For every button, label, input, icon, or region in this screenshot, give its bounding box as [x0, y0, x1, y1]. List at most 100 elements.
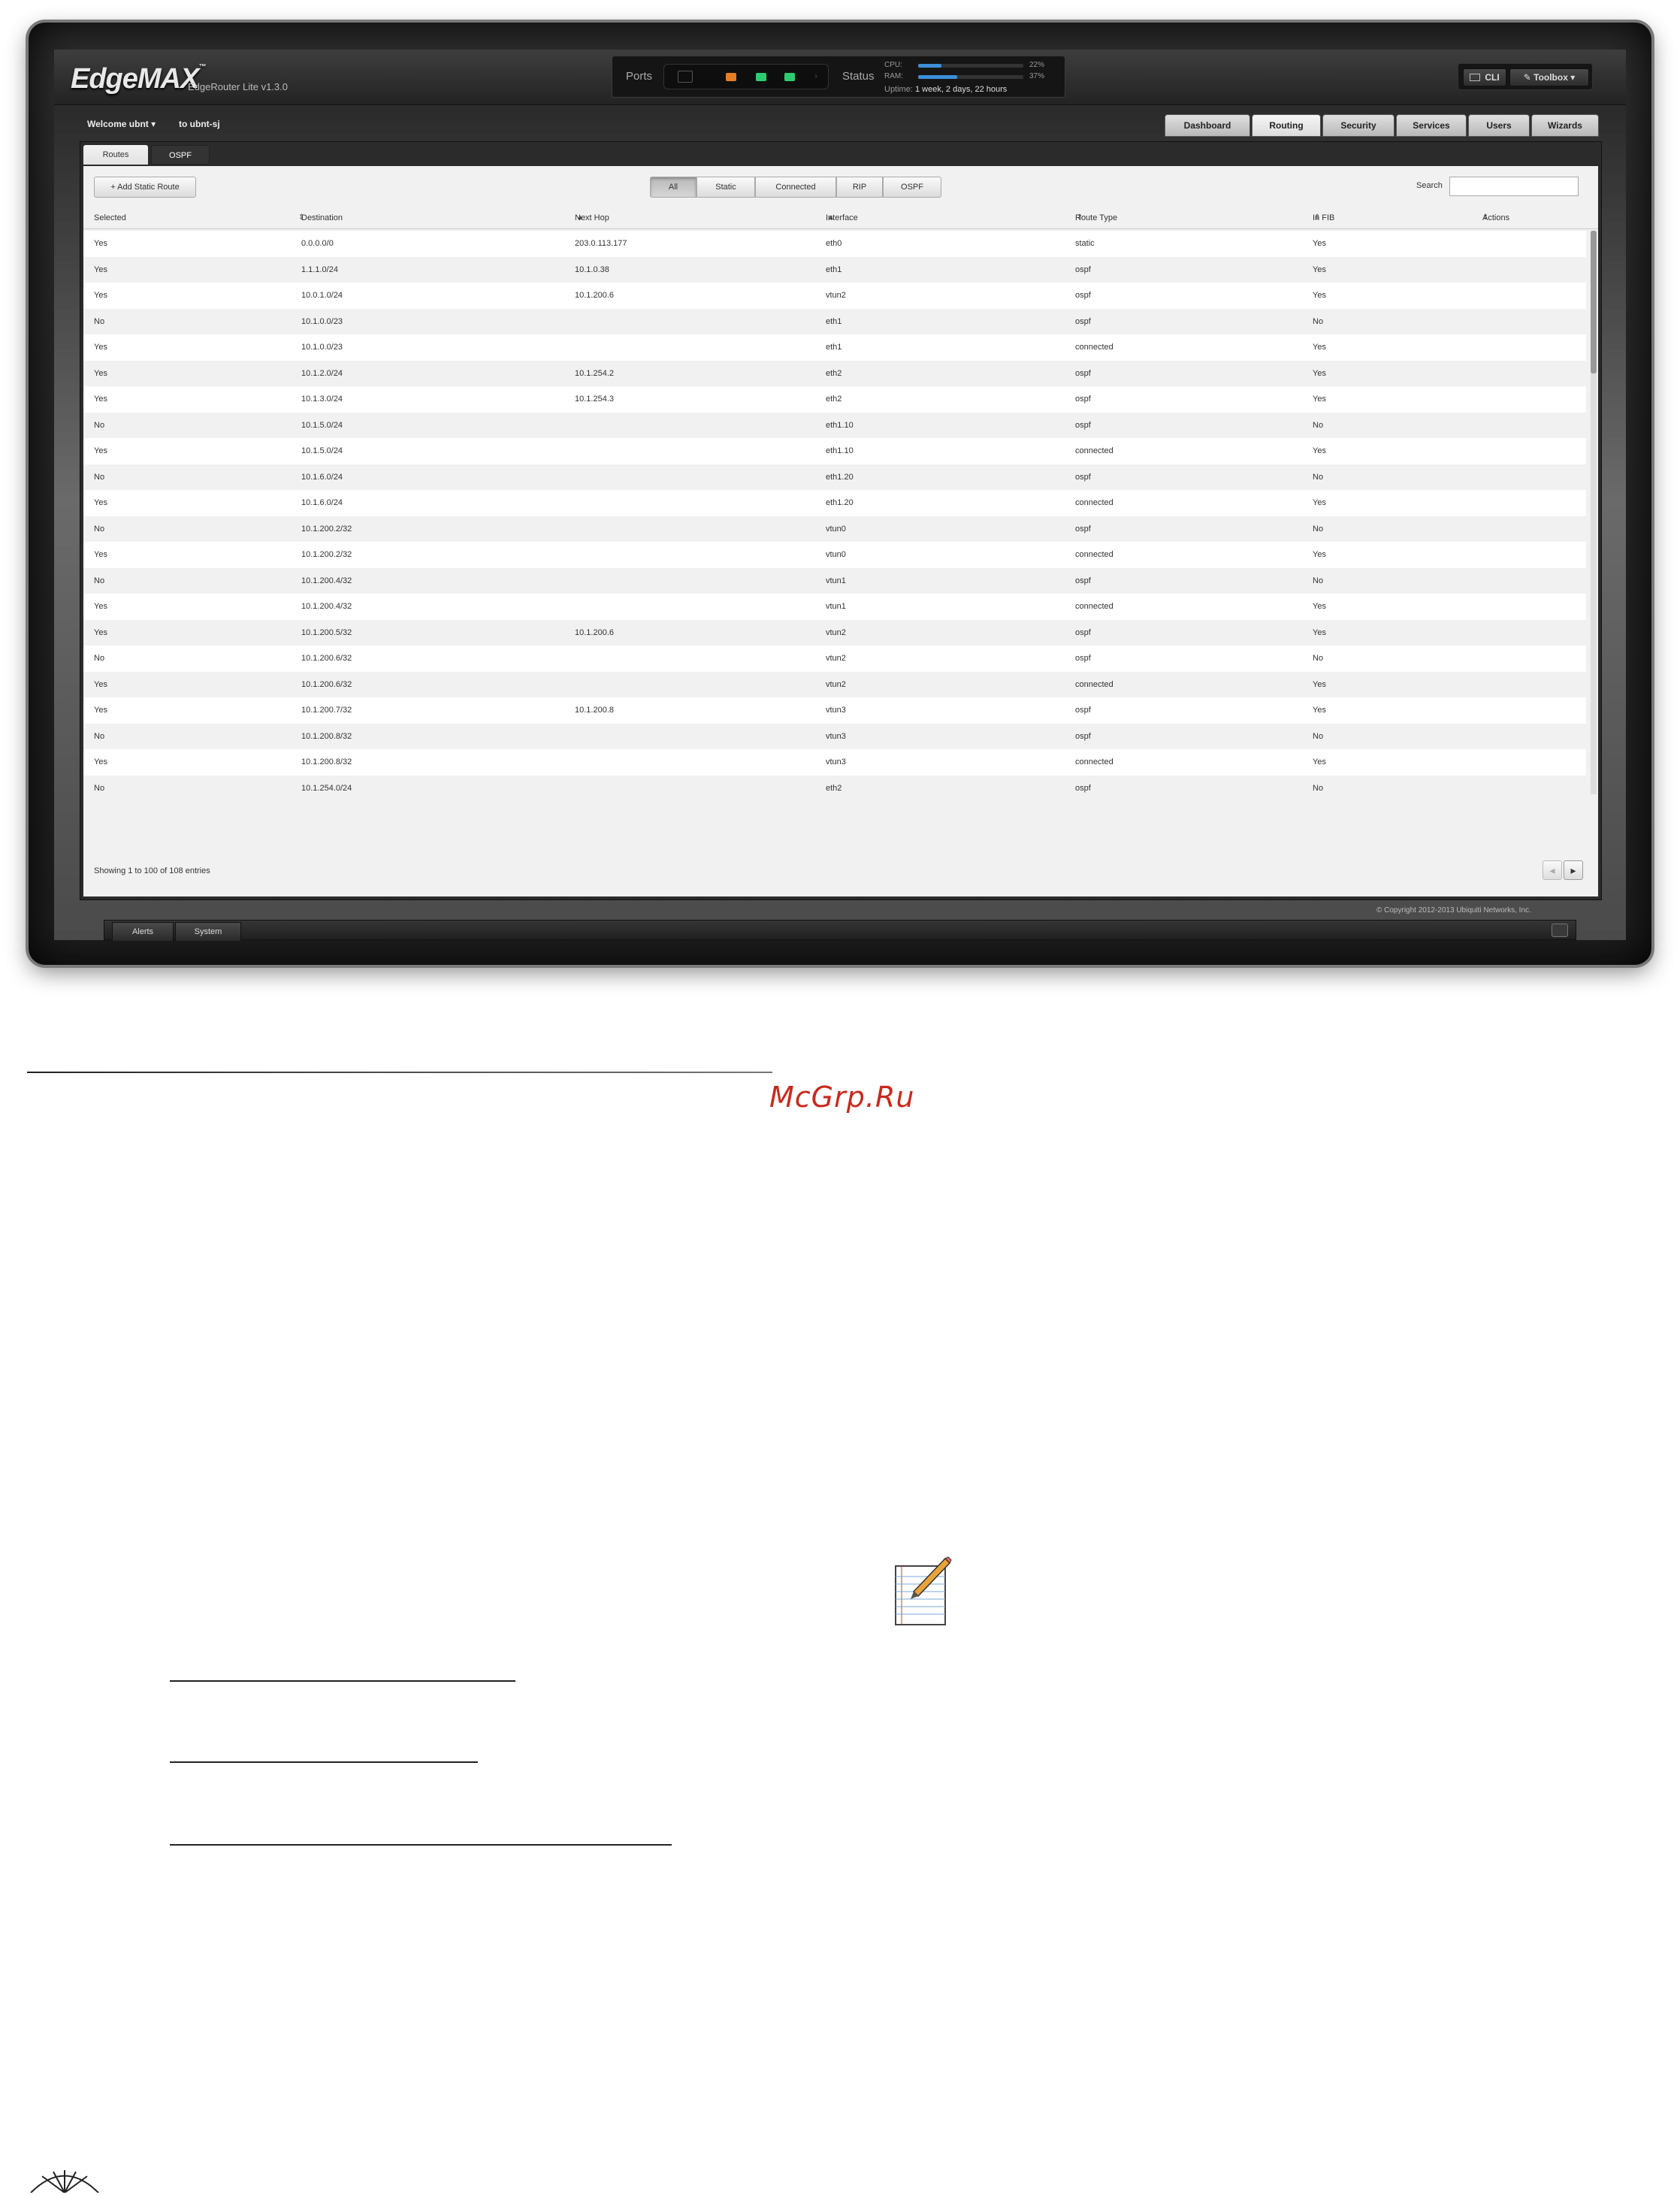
- cell-selected: No: [94, 654, 105, 663]
- filter-connected-button[interactable]: Connected: [755, 177, 836, 198]
- cell-route-type: connected: [1075, 498, 1113, 507]
- cell-route-type: ospf: [1075, 265, 1091, 274]
- chevron-right-icon: ›: [814, 71, 817, 81]
- filter-static-button[interactable]: Static: [696, 177, 755, 198]
- filter-rip-button[interactable]: RIP: [836, 177, 883, 198]
- welcome-user-menu[interactable]: Welcome ubnt ▾: [87, 119, 156, 129]
- table-row[interactable]: Yes 10.1.200.6/32 vtun2 connected Yes: [83, 671, 1586, 697]
- scrollbar-thumb[interactable]: [1591, 231, 1597, 373]
- table-row[interactable]: No 10.1.0.0/23 eth1 ospf No: [83, 308, 1586, 334]
- wrench-icon: ✎: [1523, 72, 1531, 83]
- welcome-text: Welcome ubnt: [87, 119, 149, 129]
- caret-down-icon: ▾: [1570, 72, 1576, 83]
- table-row[interactable]: No 10.1.254.0/24 eth2 ospf No: [83, 775, 1586, 794]
- panel-toggle-button[interactable]: [1552, 924, 1568, 937]
- table-row[interactable]: Yes 10.1.200.8/32 vtun3 connected Yes: [83, 749, 1586, 776]
- table-row[interactable]: Yes 10.1.200.4/32 vtun1 connected Yes: [83, 594, 1586, 620]
- table-row[interactable]: No 10.1.200.2/32 vtun0 ospf No: [83, 515, 1586, 542]
- cell-in-fib: Yes: [1313, 343, 1326, 352]
- cell-route-type: connected: [1075, 679, 1113, 689]
- col-route-type[interactable]: Route Type: [1075, 207, 1117, 229]
- cell-selected: Yes: [94, 446, 107, 455]
- tab-dashboard[interactable]: Dashboard: [1165, 114, 1250, 137]
- table-scrollbar[interactable]: [1591, 231, 1597, 794]
- table-row[interactable]: No 10.1.200.4/32 vtun1 ospf No: [83, 567, 1586, 594]
- ports-label: Ports: [626, 70, 653, 83]
- cell-selected: Yes: [94, 395, 107, 404]
- table-row[interactable]: Yes 10.1.6.0/24 eth1.20 connected Yes: [83, 490, 1586, 516]
- cell-route-type: ospf: [1075, 627, 1091, 637]
- table-row[interactable]: Yes 10.1.5.0/24 eth1.10 connected Yes: [83, 438, 1586, 464]
- previous-page-button[interactable]: ◂: [1543, 860, 1562, 880]
- next-page-button[interactable]: ▸: [1564, 860, 1583, 880]
- table-row[interactable]: Yes 10.1.200.7/32 10.1.200.8 vtun3 ospf Yes: [83, 697, 1586, 724]
- cell-destination: 10.1.254.0/24: [301, 783, 352, 793]
- tab-users[interactable]: Users: [1468, 114, 1530, 137]
- cell-next-hop: 10.1.200.6: [575, 627, 614, 637]
- table-row[interactable]: Yes 0.0.0.0/0 203.0.113.177 eth0 static Yes: [83, 231, 1586, 257]
- cell-destination: 0.0.0.0/0: [301, 239, 334, 248]
- subtab-ospf[interactable]: OSPF: [151, 145, 210, 165]
- tab-system[interactable]: System: [175, 922, 241, 941]
- cell-destination: 10.1.6.0/24: [301, 498, 343, 507]
- cell-destination: 10.1.200.2/32: [301, 524, 352, 534]
- add-static-route-button[interactable]: + Add Static Route: [94, 177, 196, 198]
- cell-route-type: ospf: [1075, 654, 1091, 663]
- copyright: © Copyright 2012-2013 Ubiquiti Networks,…: [1376, 906, 1531, 915]
- tab-security[interactable]: Security: [1322, 114, 1394, 137]
- table-row[interactable]: No 10.1.6.0/24 eth1.20 ospf No: [83, 464, 1586, 490]
- cli-button[interactable]: CLI: [1463, 68, 1506, 86]
- cell-destination: 10.1.2.0/24: [301, 368, 343, 378]
- table-row[interactable]: No 10.1.200.6/32 vtun2 ospf No: [83, 645, 1586, 672]
- cell-in-fib: Yes: [1313, 395, 1326, 404]
- cli-label: CLI: [1485, 72, 1500, 83]
- routing-panel: Routes OSPF + Add Static Route All Stati…: [80, 141, 1602, 900]
- cell-selected: Yes: [94, 627, 107, 637]
- cpu-value: 22%: [1029, 61, 1045, 69]
- tab-services[interactable]: Services: [1396, 114, 1467, 137]
- col-selected[interactable]: Selected: [94, 207, 126, 229]
- edgemax-logo: EdgeMAX™: [71, 63, 206, 95]
- port-eth2-icon[interactable]: [784, 73, 795, 81]
- table-row[interactable]: Yes 10.1.2.0/24 10.1.254.2 eth2 ospf Yes: [83, 360, 1586, 386]
- tab-alerts[interactable]: Alerts: [112, 922, 174, 941]
- cell-in-fib: Yes: [1313, 627, 1326, 637]
- cell-in-fib: No: [1313, 783, 1324, 793]
- cell-interface: vtun1: [826, 602, 846, 611]
- table-row[interactable]: No 10.1.5.0/24 eth1.10 ospf No: [83, 412, 1586, 438]
- cell-interface: vtun2: [826, 291, 846, 300]
- filter-ospf-button[interactable]: OSPF: [883, 177, 941, 198]
- table-row[interactable]: Yes 10.1.3.0/24 10.1.254.3 eth2 ospf Yes: [83, 386, 1586, 413]
- col-next-hop[interactable]: Next Hop: [575, 207, 609, 229]
- col-destination[interactable]: Destination: [301, 207, 343, 229]
- subtab-routes[interactable]: Routes: [83, 145, 148, 165]
- port-eth0-icon[interactable]: [726, 73, 736, 81]
- search-input[interactable]: [1449, 177, 1579, 196]
- table-row[interactable]: Yes 10.1.200.5/32 10.1.200.6 vtun2 ospf Yes: [83, 619, 1586, 645]
- cell-in-fib: Yes: [1313, 757, 1326, 766]
- routes-content: + Add Static Route All Static Connected …: [83, 166, 1598, 896]
- col-interface[interactable]: Interface: [826, 207, 858, 229]
- cell-interface: eth1.10: [826, 446, 854, 455]
- tab-wizards[interactable]: Wizards: [1531, 114, 1599, 137]
- uptime-label: Uptime:: [884, 85, 913, 94]
- bottom-bar: Alerts System: [104, 920, 1576, 941]
- ports-indicator[interactable]: ›: [663, 64, 829, 89]
- cell-route-type: ospf: [1075, 420, 1091, 430]
- toolbox-button[interactable]: ✎ Toolbox ▾: [1509, 68, 1589, 86]
- chevron-left-icon: ◂: [1549, 864, 1555, 876]
- cell-selected: No: [94, 524, 105, 534]
- cell-destination: 10.1.200.8/32: [301, 757, 352, 766]
- col-in-fib[interactable]: In FIB: [1313, 207, 1334, 229]
- cell-route-type: ospf: [1075, 368, 1091, 378]
- tab-routing[interactable]: Routing: [1252, 114, 1321, 137]
- caret-down-icon: ▾: [151, 119, 156, 129]
- filter-all-button[interactable]: All: [650, 177, 696, 198]
- port-eth1-icon[interactable]: [756, 73, 766, 81]
- table-row[interactable]: Yes 10.1.200.2/32 vtun0 connected Yes: [83, 542, 1586, 568]
- table-row[interactable]: Yes 10.0.1.0/24 10.1.200.6 vtun2 ospf Yes: [83, 283, 1586, 309]
- table-row[interactable]: Yes 10.1.0.0/23 eth1 connected Yes: [83, 334, 1586, 361]
- table-row[interactable]: No 10.1.200.8/32 vtun3 ospf No: [83, 723, 1586, 749]
- table-row[interactable]: Yes 1.1.1.0/24 10.1.0.38 eth1 ospf Yes: [83, 256, 1586, 283]
- cell-selected: No: [94, 783, 105, 793]
